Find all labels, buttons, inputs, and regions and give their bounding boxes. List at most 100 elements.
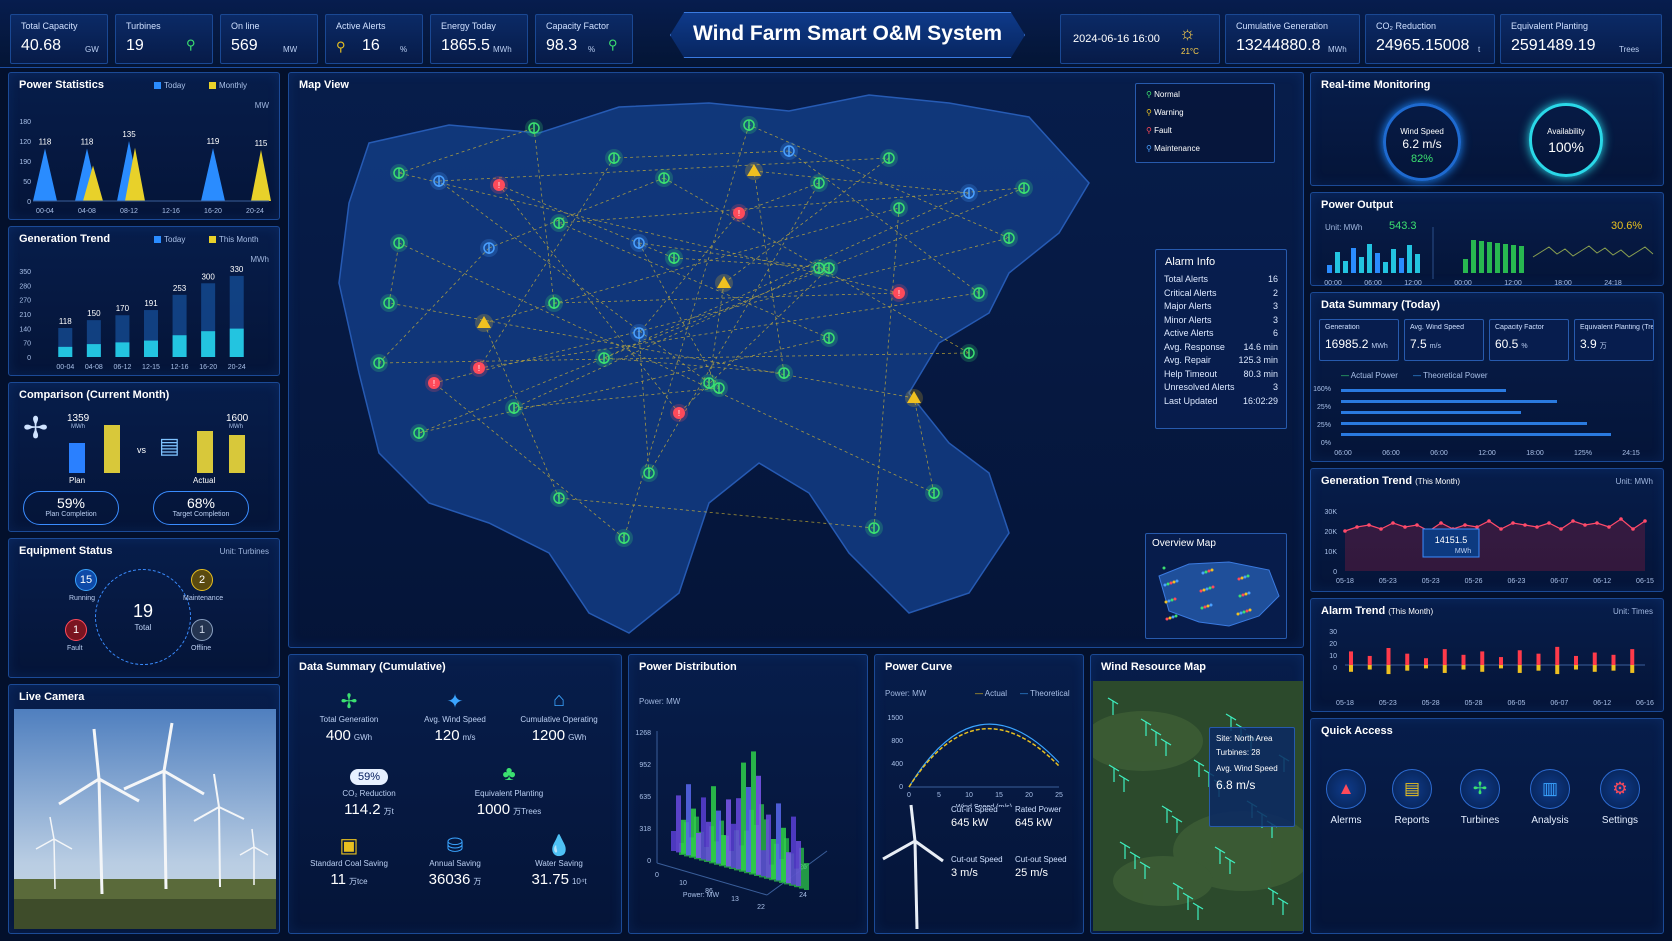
data-label: 135: [122, 130, 136, 139]
x-tick: 20-24: [228, 364, 246, 371]
x-axis-title: Power: MW: [683, 892, 720, 899]
x-tick: 06:00: [1430, 450, 1448, 457]
water-icon: 💧: [546, 835, 572, 857]
y-tick: 50: [23, 179, 31, 186]
power-statistics-chart: 180 120 190 50 0 00-04 118 04-08 118 08-12 135 12-1…: [19, 119, 271, 215]
cloud-icon: 59%: [319, 763, 419, 789]
sun-icon: ☼: [1179, 23, 1196, 43]
distribution-bar: [781, 827, 786, 882]
minimap-dot: [1173, 597, 1177, 601]
minimap-dot: [1205, 587, 1209, 591]
kpi-online: On line 569 MW: [220, 14, 318, 64]
alarm-trend-panel: Alarm Trend (This Month) Unit: Times 30 2…: [1310, 598, 1664, 712]
y-tick: 30: [1329, 629, 1337, 636]
x-tick: 10: [679, 880, 687, 887]
distribution-bar: [756, 775, 761, 875]
ratio-bar: [1341, 433, 1611, 436]
data-point: [1499, 527, 1503, 531]
power-statistics-panel: Power Statistics Today Monthly MW 180 120…: [8, 72, 280, 220]
overview-map-card[interactable]: Overview Map: [1145, 533, 1287, 639]
data-label: 119: [207, 137, 220, 146]
minimap-dot: [1238, 594, 1242, 598]
x-tick: 06-12: [1593, 700, 1611, 707]
kpi-equivalent-planting: Equivalent Planting 2591489.19 Trees: [1500, 14, 1662, 64]
quick-turbines-button[interactable]: ✢ Turbines: [1455, 769, 1505, 826]
data-point: [1511, 521, 1515, 525]
fault-marker-label: !: [898, 289, 900, 298]
y-tick: 350: [19, 269, 31, 276]
alarm-bar: [1349, 651, 1353, 665]
maintenance-badge: 2: [191, 569, 213, 591]
alarm-bar-secondary: [1405, 665, 1410, 671]
page-title: Wind Farm Smart O&M System: [692, 22, 1003, 45]
minimap-dot: [1167, 599, 1171, 603]
quick-alarms-button[interactable]: ▲ Alerms: [1321, 769, 1371, 826]
quick-settings-button[interactable]: ⚙ Settings: [1595, 769, 1645, 826]
coal-icon: ▣: [339, 835, 359, 857]
minimap-dot: [1247, 591, 1251, 595]
tooltip-unit: MWh: [1455, 548, 1471, 555]
summary-item: ✦ Avg. Wind Speed 120 m/s: [405, 689, 505, 744]
alarm-bar-secondary: [1574, 665, 1578, 670]
minimap-dot: [1206, 604, 1210, 608]
output-bar: [1399, 258, 1404, 273]
x-tick: 06-12: [1593, 578, 1611, 585]
data-point: [1355, 525, 1359, 529]
output-bar: [1487, 242, 1492, 273]
x-tick: 06:00: [1364, 280, 1382, 287]
y-tick: 25%: [1317, 422, 1331, 429]
alarm-trend-chart: 30 20 10 0 05-18 05-23 05-28 05-28 06-05 06-07 06-…: [1329, 629, 1654, 707]
today-peak: [33, 148, 57, 201]
curve-stat: Cut-out Speed 25 m/s: [1015, 855, 1067, 879]
power-curve-panel: Power Curve Power: MW — Actual — Theoret…: [874, 654, 1084, 934]
minimap-dot: [1166, 582, 1170, 586]
tooltip-value: 14151.5: [1435, 535, 1468, 545]
y-tick: 180: [19, 119, 31, 126]
y-tick: 140: [19, 326, 31, 333]
output-bar: [1495, 243, 1500, 273]
distribution-bar: [696, 833, 701, 858]
saving-icon: ⛁: [446, 835, 464, 857]
distribution-bar: [701, 797, 706, 860]
y-tick: 30K: [1325, 509, 1338, 516]
y-tick: 400: [891, 761, 903, 768]
camera-feed[interactable]: [14, 709, 276, 929]
x-tick: 15: [995, 792, 1003, 799]
alarm-bar-secondary: [1367, 665, 1372, 670]
fault-marker-label: !: [478, 364, 480, 373]
x-tick: 06-12: [113, 364, 131, 371]
output-line: [1532, 245, 1654, 258]
map-view-panel: Map View !!!!!! ⚲ Normal ⚲ Warning ⚲ Fau…: [288, 72, 1304, 648]
bar: [58, 346, 73, 357]
y-tick: 1500: [887, 715, 903, 722]
alarm-bar: [1499, 657, 1503, 665]
x-tick: 10: [965, 792, 973, 799]
alarm-bar-secondary: [1499, 665, 1503, 669]
distribution-bar: [776, 803, 781, 881]
alarm-bar: [1630, 649, 1635, 665]
data-point: [1463, 523, 1467, 527]
minimap-dot: [1199, 589, 1203, 593]
alarm-row: Avg. Response 14.6 min: [1164, 341, 1278, 352]
turbine-icon: ⚲: [1146, 108, 1152, 117]
minimap-dot: [1172, 580, 1176, 584]
minimap-dot: [1201, 571, 1205, 575]
quick-analysis-button[interactable]: ▥ Analysis: [1525, 769, 1575, 826]
turbine-icon: ⚲: [608, 37, 618, 52]
actual-curve: [908, 728, 1060, 788]
bar: [229, 328, 244, 357]
y-tick: 0: [27, 355, 31, 362]
power-distribution-chart: 126895263531800108613222426Power: MW: [635, 730, 828, 911]
data-label: 118: [39, 138, 52, 147]
minimap-dot: [1175, 579, 1179, 583]
alarm-bar: [1461, 654, 1466, 665]
quick-reports-button[interactable]: ▤ Reports: [1387, 769, 1437, 826]
bar: [201, 331, 216, 357]
minimap-dot: [1243, 575, 1247, 579]
minimap-dot: [1168, 616, 1172, 620]
minimap-dot: [1237, 577, 1241, 581]
data-label: 118: [81, 138, 94, 147]
turbine-icon: ⚲: [1146, 90, 1152, 99]
data-label: 191: [144, 299, 158, 308]
data-summary-cumulative-panel: Data Summary (Cumulative) ✢ Total Generat…: [288, 654, 622, 934]
